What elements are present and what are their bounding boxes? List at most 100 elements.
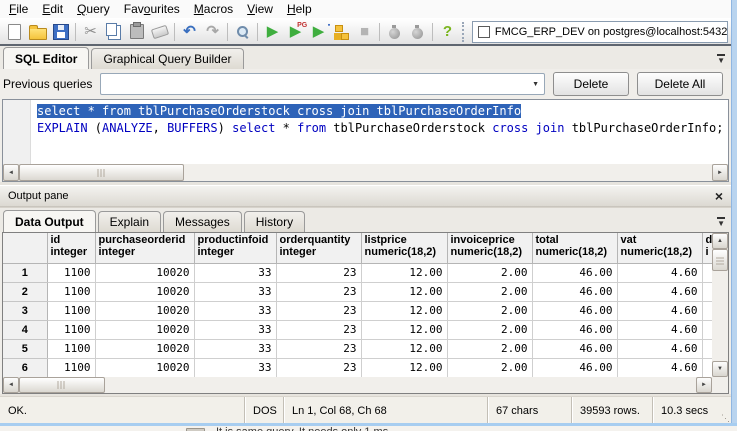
grid-cell[interactable]: 33	[194, 301, 276, 320]
previous-queries-combobox[interactable]: ▼	[100, 73, 545, 95]
column-header-listprice[interactable]: listpricenumeric(18,2)	[361, 233, 447, 263]
open-file-button[interactable]	[26, 21, 49, 43]
bomb-button[interactable]	[406, 21, 429, 43]
column-header-id[interactable]: idinteger	[47, 233, 95, 263]
find-button[interactable]	[231, 21, 254, 43]
scrollbar-track[interactable]	[712, 271, 728, 361]
grid-cell[interactable]: 33	[194, 358, 276, 377]
execute-pgscript-button[interactable]: ▶PG	[284, 21, 307, 43]
grid-cell[interactable]	[702, 301, 712, 320]
row-number[interactable]: 6	[3, 358, 47, 377]
menu-item-query[interactable]: Query	[70, 1, 117, 17]
scrollbar-thumb[interactable]	[712, 249, 728, 271]
grid-cell[interactable]: 2.00	[447, 339, 532, 358]
grid-cell[interactable]: 12.00	[361, 263, 447, 282]
checkbox-icon[interactable]	[478, 26, 490, 38]
grid-cell[interactable]: 12.00	[361, 358, 447, 377]
grid-cell[interactable]: 12.00	[361, 301, 447, 320]
tab-history[interactable]: History	[244, 211, 305, 232]
close-icon[interactable]: ×	[715, 189, 723, 203]
column-header-d[interactable]: di	[702, 233, 712, 263]
grid-cell[interactable]: 46.00	[532, 263, 617, 282]
grid-cell[interactable]: 33	[194, 263, 276, 282]
grid-cell[interactable]: 46.00	[532, 301, 617, 320]
grid-cell[interactable]: 46.00	[532, 320, 617, 339]
grid-cell[interactable]: 46.00	[532, 282, 617, 301]
redo-button[interactable]: ↷	[201, 21, 224, 43]
grid-cell[interactable]: 23	[276, 301, 361, 320]
bomb-button[interactable]	[383, 21, 406, 43]
scrollbar-thumb[interactable]	[19, 377, 105, 393]
tab-graphical-query-builder[interactable]: Graphical Query Builder	[91, 48, 243, 69]
tab-list-dropdown-icon[interactable]: ▼	[717, 54, 725, 65]
grid-cell[interactable]: 1100	[47, 339, 95, 358]
column-header-productinfoid[interactable]: productinfoidinteger	[194, 233, 276, 263]
scroll-right-icon[interactable]: ►	[696, 377, 712, 393]
grid-cell[interactable]	[702, 320, 712, 339]
grid-cell[interactable]: 23	[276, 339, 361, 358]
grid-cell[interactable]: 23	[276, 263, 361, 282]
undo-button[interactable]: ↶	[178, 21, 201, 43]
grid-cell[interactable]: 46.00	[532, 358, 617, 377]
row-number[interactable]: 2	[3, 282, 47, 301]
new-file-button[interactable]	[3, 21, 26, 43]
toolbar-gripper[interactable]	[462, 22, 467, 42]
grid-cell[interactable]	[702, 282, 712, 301]
grid-horizontal-scrollbar[interactable]: ◄ ►	[3, 377, 712, 393]
grid-cell[interactable]: 10020	[95, 339, 194, 358]
grid-cell[interactable]: 1100	[47, 263, 95, 282]
copy-button[interactable]	[102, 21, 125, 43]
row-number[interactable]: 1	[3, 263, 47, 282]
grid-cell[interactable]: 33	[194, 320, 276, 339]
grid-cell[interactable]: 10020	[95, 320, 194, 339]
grid-cell[interactable]: 33	[194, 282, 276, 301]
grid-cell[interactable]: 46.00	[532, 339, 617, 358]
grid-cell[interactable]: 4.60	[617, 339, 702, 358]
tab-sql-editor[interactable]: SQL Editor	[3, 47, 89, 69]
grid-cell[interactable]: 4.60	[617, 301, 702, 320]
grid-corner-cell[interactable]	[3, 233, 47, 263]
column-header-orderquantity[interactable]: orderquantityinteger	[276, 233, 361, 263]
grid-cell[interactable]: 4.60	[617, 263, 702, 282]
row-number[interactable]: 5	[3, 339, 47, 358]
column-header-purchaseorderid[interactable]: purchaseorderidinteger	[95, 233, 194, 263]
grid-cell[interactable]: 4.60	[617, 320, 702, 339]
cut-button[interactable]: ✂	[79, 21, 102, 43]
tab-messages[interactable]: Messages	[163, 211, 242, 232]
editor-text-area[interactable]: select * from tblPurchaseOrderstock cros…	[31, 100, 728, 164]
column-header-vat[interactable]: vatnumeric(18,2)	[617, 233, 702, 263]
grid-cell[interactable]: 4.60	[617, 282, 702, 301]
grid-cell[interactable]: 10020	[95, 301, 194, 320]
menu-item-favourites[interactable]: Favourites	[117, 1, 187, 17]
grid-cell[interactable]: 1100	[47, 301, 95, 320]
column-header-invoiceprice[interactable]: invoicepricenumeric(18,2)	[447, 233, 532, 263]
resize-grip-icon[interactable]: ⋱	[721, 413, 730, 423]
grid-cell[interactable]: 2.00	[447, 263, 532, 282]
scroll-down-icon[interactable]: ▼	[712, 361, 728, 377]
paste-button[interactable]	[125, 21, 148, 43]
grid-cell[interactable]: 23	[276, 358, 361, 377]
menu-item-macros[interactable]: Macros	[187, 1, 240, 17]
menu-item-view[interactable]: View	[240, 1, 280, 17]
grid-cell[interactable]: 10020	[95, 282, 194, 301]
clear-window-button[interactable]	[148, 21, 171, 43]
grid-cell[interactable]: 2.00	[447, 301, 532, 320]
editor-horizontal-scrollbar[interactable]: ◄ ►	[3, 164, 728, 181]
grid-vertical-scrollbar[interactable]: ▲ ▼	[712, 233, 728, 377]
menu-item-help[interactable]: Help	[280, 1, 319, 17]
scroll-up-icon[interactable]: ▲	[712, 233, 728, 249]
grid-cell[interactable]: 2.00	[447, 358, 532, 377]
column-header-total[interactable]: totalnumeric(18,2)	[532, 233, 617, 263]
grid-cell[interactable]: 12.00	[361, 320, 447, 339]
grid-cell[interactable]: 2.00	[447, 320, 532, 339]
grid-cell[interactable]: 10020	[95, 358, 194, 377]
grid-cell[interactable]: 12.00	[361, 339, 447, 358]
row-number[interactable]: 3	[3, 301, 47, 320]
grid-cell[interactable]	[702, 358, 712, 377]
scroll-right-icon[interactable]: ►	[712, 164, 728, 181]
scrollbar-thumb[interactable]	[19, 164, 184, 181]
scrollbar-track[interactable]	[184, 164, 712, 181]
delete-all-button[interactable]: Delete All	[637, 72, 723, 96]
help-button[interactable]: ?	[436, 21, 459, 43]
execute-to-file-button[interactable]: ▶▪	[307, 21, 330, 43]
